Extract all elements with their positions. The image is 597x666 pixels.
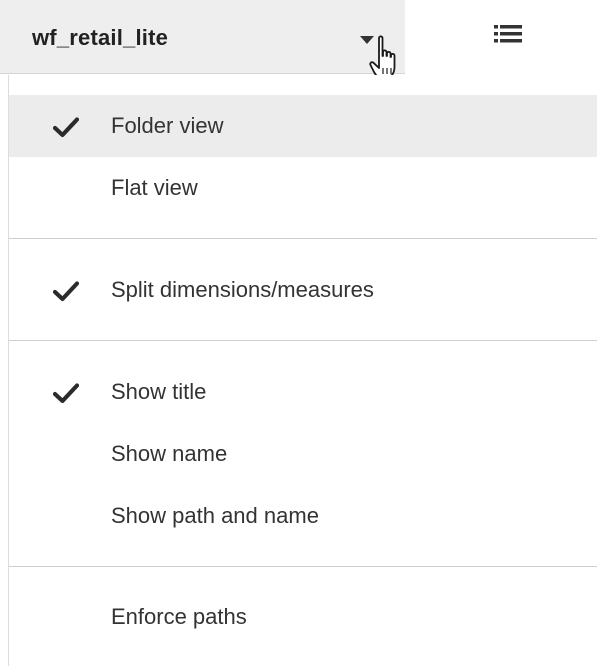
menu-item-label: Enforce paths [111, 604, 247, 629]
page: wf_retail_lite Folder view Flat view Spl… [0, 0, 597, 666]
toolbar: wf_retail_lite [0, 0, 597, 79]
menu-item-show-title[interactable]: Show title [9, 361, 597, 423]
list-icon[interactable] [494, 24, 522, 44]
checkmark-icon [53, 383, 79, 404]
menu-item-label: Split dimensions/measures [111, 277, 374, 302]
menu-item-folder-view[interactable]: Folder view [9, 95, 597, 157]
checkmark-icon [53, 281, 79, 302]
menu-divider [9, 340, 597, 341]
menu-item-flat-view[interactable]: Flat view [9, 157, 597, 219]
menu-item-label: Show name [111, 441, 228, 466]
menu-item-show-name[interactable]: Show name [9, 423, 597, 485]
checkmark-icon [53, 117, 79, 138]
menu-item-label: Show title [111, 379, 207, 404]
view-options-menu: Folder view Flat view Split dimensions/m… [8, 75, 597, 666]
menu-item-split-dimensions-measures[interactable]: Split dimensions/measures [9, 259, 597, 321]
menu-item-label: Show path and name [111, 503, 319, 528]
menu-divider [9, 238, 597, 239]
menu-item-enforce-paths[interactable]: Enforce paths [9, 586, 597, 648]
data-source-dropdown[interactable]: wf_retail_lite [0, 0, 405, 74]
menu-divider [9, 566, 597, 567]
data-source-label: wf_retail_lite [32, 25, 169, 50]
menu-item-show-path-and-name[interactable]: Show path and name [9, 485, 597, 547]
menu-item-label: Flat view [111, 175, 198, 200]
menu-item-label: Folder view [111, 113, 224, 138]
